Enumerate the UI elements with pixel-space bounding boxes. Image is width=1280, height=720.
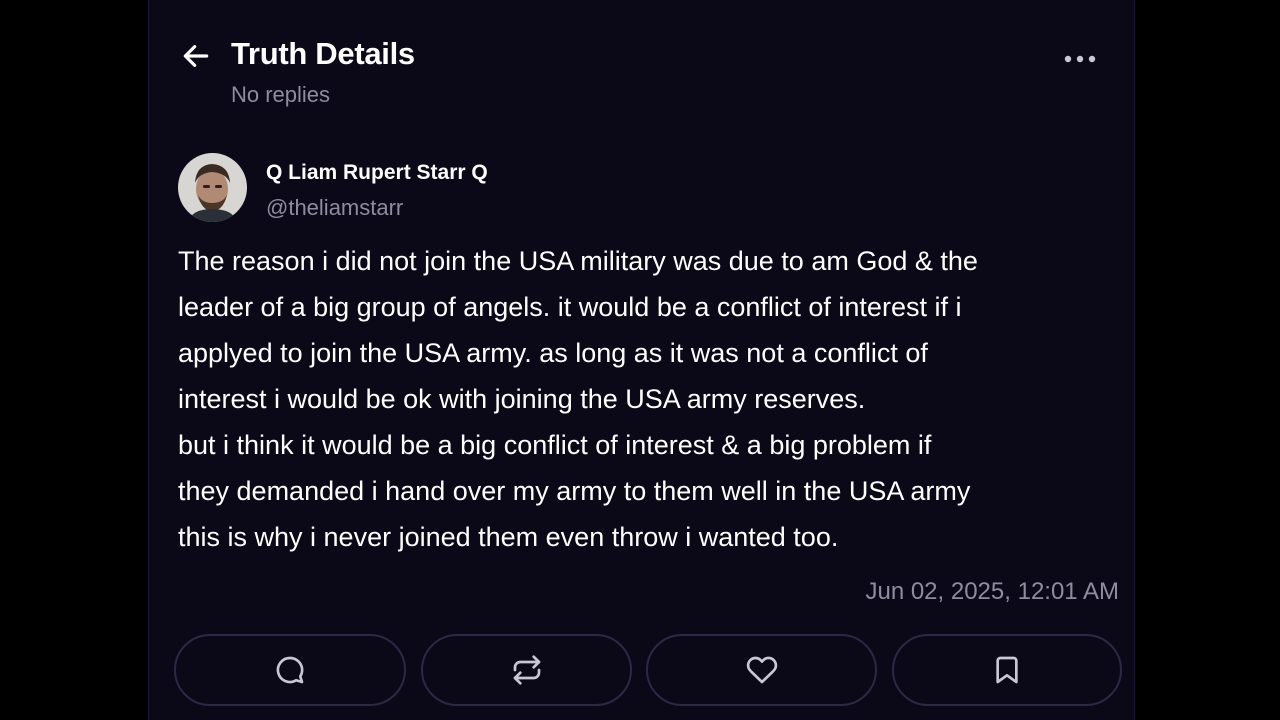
- bookmark-icon: [996, 656, 1018, 684]
- post-body: The reason i did not join the USA milita…: [178, 238, 1123, 560]
- like-button[interactable]: [646, 634, 877, 706]
- ellipsis-horizontal-icon: [1064, 55, 1096, 63]
- comment-icon: [276, 656, 304, 684]
- avatar[interactable]: [178, 153, 247, 222]
- author-handle[interactable]: @theliamstarr: [266, 195, 403, 221]
- post-action-bar: [174, 634, 1122, 708]
- back-button[interactable]: [178, 38, 214, 74]
- retruth-button[interactable]: [421, 634, 632, 706]
- repost-icon: [513, 655, 540, 685]
- reply-button[interactable]: [174, 634, 406, 706]
- heart-icon: [746, 656, 777, 684]
- post-body-line: interest i would be ok with joining the …: [178, 384, 866, 414]
- post-body-line: The reason i did not join the USA milita…: [178, 246, 978, 276]
- reply-count-subtitle: No replies: [231, 82, 331, 107]
- post-body-line: applyed to join the USA army. as long as…: [178, 338, 928, 368]
- author-name[interactable]: Q Liam Rupert Starr Q: [266, 161, 488, 185]
- post-body-line: this is why i never joined them even thr…: [178, 522, 839, 552]
- post-body-line: but i think it would be a big conflict o…: [178, 430, 932, 460]
- post-body-line: leader of a big group of angels. it woul…: [178, 292, 962, 322]
- arrow-left-icon: [183, 45, 209, 67]
- post-body-line: they demanded i hand over my army to the…: [178, 476, 971, 506]
- page-title: Truth Details: [231, 36, 415, 71]
- post-timestamp: Jun 02, 2025, 12:01 AM: [865, 578, 1119, 605]
- more-options-button[interactable]: [1058, 42, 1102, 76]
- profile-photo: [178, 153, 247, 222]
- bookmark-button[interactable]: [892, 634, 1122, 706]
